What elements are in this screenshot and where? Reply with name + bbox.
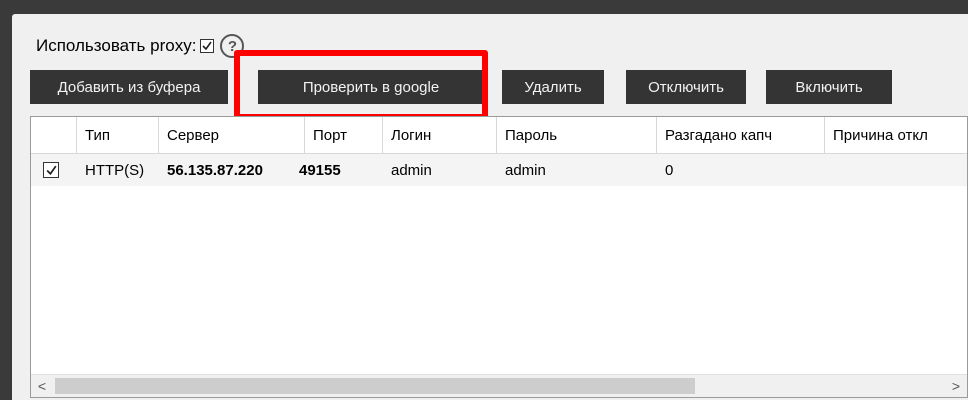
checkbox-checked-icon	[46, 165, 57, 175]
header-port[interactable]: Порт	[305, 117, 383, 153]
proxy-table[interactable]: Тип Сервер Порт Логин Пароль Разгадано к…	[30, 116, 968, 398]
header-checkbox-column	[31, 117, 77, 153]
use-proxy-row: Использовать proxy: ?	[36, 32, 245, 60]
cell-disable-reason	[825, 154, 967, 186]
header-disable-reason[interactable]: Причина откл	[825, 117, 967, 153]
disable-button[interactable]: Отключить	[626, 70, 746, 104]
checkbox-checked-icon	[202, 41, 213, 51]
horizontal-scrollbar[interactable]: < >	[31, 374, 967, 397]
cell-login: admin	[391, 161, 432, 179]
table-row[interactable]: HTTP(S) 56.135.87.220 49155 admin admin …	[31, 154, 967, 186]
enable-button[interactable]: Включить	[766, 70, 892, 104]
proxy-settings-panel: Использовать proxy: ? Добавить из буфера…	[12, 14, 968, 400]
chevron-right-icon[interactable]: >	[945, 375, 967, 397]
header-password[interactable]: Пароль	[497, 117, 657, 153]
header-login[interactable]: Логин	[383, 117, 497, 153]
cell-captchas-solved: 0	[665, 161, 674, 179]
delete-button[interactable]: Удалить	[502, 70, 604, 104]
row-checkbox[interactable]	[43, 162, 59, 178]
chevron-left-icon[interactable]: <	[31, 375, 53, 397]
highlight-frame	[234, 50, 488, 120]
cell-type: HTTP(S)	[85, 161, 145, 179]
use-proxy-checkbox[interactable]	[200, 39, 215, 53]
header-type[interactable]: Тип	[77, 117, 159, 153]
header-server[interactable]: Сервер	[159, 117, 305, 153]
add-from-buffer-button[interactable]: Добавить из буфера	[30, 70, 228, 104]
cell-server: 56.135.87.220	[167, 161, 263, 179]
cell-password: admin	[505, 161, 546, 179]
scrollbar-thumb[interactable]	[55, 378, 695, 394]
cell-port: 49155	[299, 161, 341, 179]
toolbar: Добавить из буфера Проверить в google Уд…	[30, 70, 960, 104]
use-proxy-label: Использовать proxy:	[36, 36, 197, 55]
table-header: Тип Сервер Порт Логин Пароль Разгадано к…	[31, 117, 967, 154]
header-captchas-solved[interactable]: Разгадано капч	[657, 117, 825, 153]
